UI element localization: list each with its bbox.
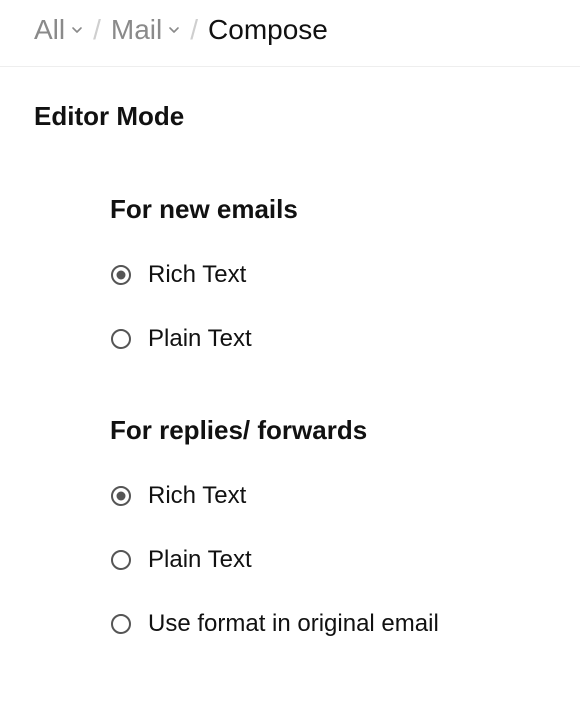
- chevron-down-icon: [71, 24, 83, 36]
- group-title: For replies/ forwards: [110, 415, 546, 446]
- radio-label: Rich Text: [148, 482, 246, 510]
- radio-reply-original-format[interactable]: Use format in original email: [110, 610, 546, 638]
- radio-unselected-icon: [110, 328, 132, 350]
- breadcrumb-separator: /: [89, 16, 105, 44]
- radio-reply-rich-text[interactable]: Rich Text: [110, 482, 546, 510]
- breadcrumb: All / Mail / Compose: [0, 0, 580, 67]
- radio-label: Plain Text: [148, 546, 252, 574]
- group-replies-forwards: For replies/ forwards Rich Text Plain Te…: [0, 415, 580, 638]
- breadcrumb-separator: /: [186, 16, 202, 44]
- radio-label: Use format in original email: [148, 610, 439, 638]
- radio-label: Rich Text: [148, 261, 246, 289]
- radio-unselected-icon: [110, 613, 132, 635]
- radio-new-plain-text[interactable]: Plain Text: [110, 325, 546, 353]
- group-new-emails: For new emails Rich Text Plain Text: [0, 194, 580, 353]
- radio-new-rich-text[interactable]: Rich Text: [110, 261, 546, 289]
- breadcrumb-item-mail[interactable]: Mail: [111, 16, 180, 44]
- breadcrumb-item-compose: Compose: [208, 16, 328, 44]
- breadcrumb-label: Mail: [111, 16, 162, 44]
- radio-selected-icon: [110, 485, 132, 507]
- chevron-down-icon: [168, 24, 180, 36]
- section-title-editor-mode: Editor Mode: [0, 67, 580, 132]
- breadcrumb-label: Compose: [208, 16, 328, 44]
- radio-reply-plain-text[interactable]: Plain Text: [110, 546, 546, 574]
- radio-selected-icon: [110, 264, 132, 286]
- radio-unselected-icon: [110, 549, 132, 571]
- group-title: For new emails: [110, 194, 546, 225]
- radio-label: Plain Text: [148, 325, 252, 353]
- breadcrumb-label: All: [34, 16, 65, 44]
- breadcrumb-item-all[interactable]: All: [34, 16, 83, 44]
